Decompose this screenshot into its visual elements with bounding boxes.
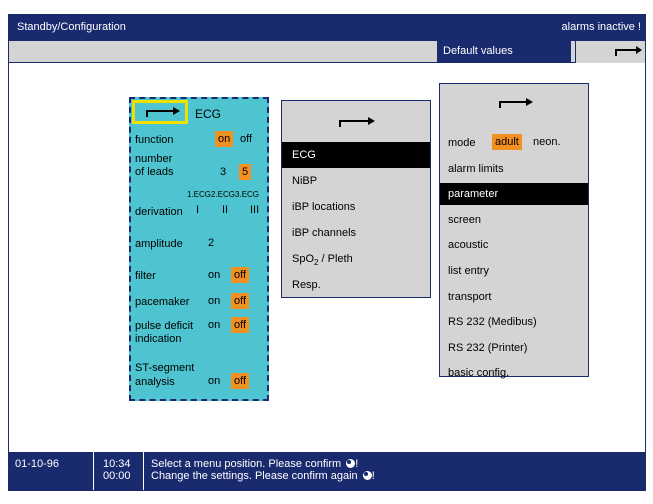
rotary-knob-icon [362, 471, 372, 480]
config-item-rs232-medibus[interactable]: RS 232 (Medibus) [440, 311, 588, 333]
rotary-knob-icon [346, 459, 356, 468]
leads-5-option[interactable]: 5 [239, 164, 252, 180]
status-divider [93, 452, 94, 490]
pacemaker-on-option[interactable]: on [205, 293, 223, 309]
sub-bar: Default values [9, 41, 645, 63]
ecg-panel-title: ECG [195, 107, 222, 121]
status-bar: 01-10-96 10:34 00:00 Select a menu posit… [9, 452, 645, 490]
parameter-menu-panel: ECG NiBP iBP locations iBP channels SpO2… [281, 100, 431, 298]
status-message-1-text: Select a menu position. Please confirm [151, 458, 342, 470]
ecg-settings-panel: ECG function on off number of leads 3 5 … [129, 97, 269, 401]
status-message-2-text: Change the settings. Please confirm agai… [151, 470, 358, 482]
mode-adult-option[interactable]: adult [492, 134, 522, 150]
leads-label-line1: number [135, 153, 173, 165]
menu-item-nibp[interactable]: NiBP [282, 168, 430, 194]
filter-off-option[interactable]: off [231, 267, 250, 283]
default-values-button[interactable]: Default values [437, 41, 571, 63]
status-divider [143, 452, 144, 490]
pulse-deficit-label-line2: indication [135, 333, 182, 345]
config-item-rs232-printer[interactable]: RS 232 (Printer) [440, 337, 588, 359]
st-segment-label-line2: analysis [135, 376, 175, 388]
amplitude-value[interactable]: 2 [205, 235, 217, 251]
st-segment-on-option[interactable]: on [205, 373, 223, 389]
pacemaker-label: pacemaker [135, 296, 190, 308]
amplitude-label: amplitude [135, 238, 183, 250]
pacemaker-off-option[interactable]: off [231, 293, 250, 309]
config-item-parameter[interactable]: parameter [440, 183, 588, 205]
function-off-option[interactable]: off [237, 131, 255, 147]
ecg-return-button[interactable] [132, 100, 188, 124]
menu-item-ibp-channels[interactable]: iBP channels [282, 220, 430, 246]
derivation-ecg3[interactable]: III [247, 202, 262, 218]
leads-3-option[interactable]: 3 [217, 164, 229, 180]
status-time-block: 10:34 00:00 [103, 458, 131, 482]
derivation-ecg2[interactable]: II [219, 202, 231, 218]
menu-item-resp[interactable]: Resp. [282, 272, 430, 298]
ecg-channel-headings: 1.ECG2.ECG3.ECG [187, 190, 260, 199]
return-button[interactable] [575, 41, 645, 63]
spo2-label-main: SpO [292, 253, 315, 265]
alarm-status: alarms inactive ! [561, 21, 641, 33]
pulse-deficit-off-option[interactable]: off [231, 317, 250, 333]
status-message-2: Change the settings. Please confirm agai… [151, 470, 375, 482]
filter-label: filter [135, 270, 156, 282]
pulse-deficit-label-line1: pulse deficit [135, 320, 194, 332]
status-messages: Select a menu position. Please confirm !… [151, 458, 375, 482]
config-item-basic-config[interactable]: basic config. [440, 362, 588, 379]
function-on-option[interactable]: on [215, 131, 234, 147]
title-bar: Standby/Configuration alarms inactive ! [9, 15, 645, 41]
function-label: function [135, 134, 174, 146]
return-arrow-icon[interactable] [330, 113, 380, 131]
mode-neon-option[interactable]: neon. [530, 134, 564, 150]
config-item-list-entry[interactable]: list entry [440, 260, 588, 282]
st-segment-off-option[interactable]: off [231, 373, 250, 389]
monitor-screen: Standby/Configuration alarms inactive ! … [8, 14, 646, 491]
mode-label: mode [448, 137, 476, 149]
derivation-ecg1[interactable]: I [193, 202, 202, 218]
spo2-label-rest: / Pleth [318, 253, 353, 265]
config-item-acoustic[interactable]: acoustic [440, 234, 588, 256]
menu-item-ibp-locations[interactable]: iBP locations [282, 194, 430, 220]
status-message-1: Select a menu position. Please confirm ! [151, 458, 375, 470]
return-arrow-icon[interactable] [490, 94, 540, 112]
menu-item-spo2-pleth[interactable]: SpO2 / Pleth [282, 246, 430, 272]
return-arrow-icon [146, 107, 180, 117]
config-item-alarm-limits[interactable]: alarm limits [440, 158, 588, 180]
return-arrow-icon [615, 46, 642, 56]
config-item-transport[interactable]: transport [440, 286, 588, 308]
screen-title: Standby/Configuration [17, 21, 126, 33]
pulse-deficit-on-option[interactable]: on [205, 317, 223, 333]
status-date: 01-10-96 [15, 458, 60, 470]
leads-label-line2: of leads [135, 166, 174, 178]
status-message-2-suffix: ! [371, 470, 375, 482]
status-elapsed: 00:00 [103, 470, 131, 482]
configuration-panel: mode adult neon. alarm limits parameter … [439, 83, 589, 379]
filter-on-option[interactable]: on [205, 267, 223, 283]
st-segment-label-line1: ST-segment [135, 362, 195, 374]
config-item-screen[interactable]: screen [440, 209, 588, 231]
status-message-1-suffix: ! [355, 458, 359, 470]
derivation-label: derivation [135, 206, 183, 218]
status-clock: 10:34 [103, 458, 131, 470]
menu-item-ecg[interactable]: ECG [282, 142, 430, 168]
